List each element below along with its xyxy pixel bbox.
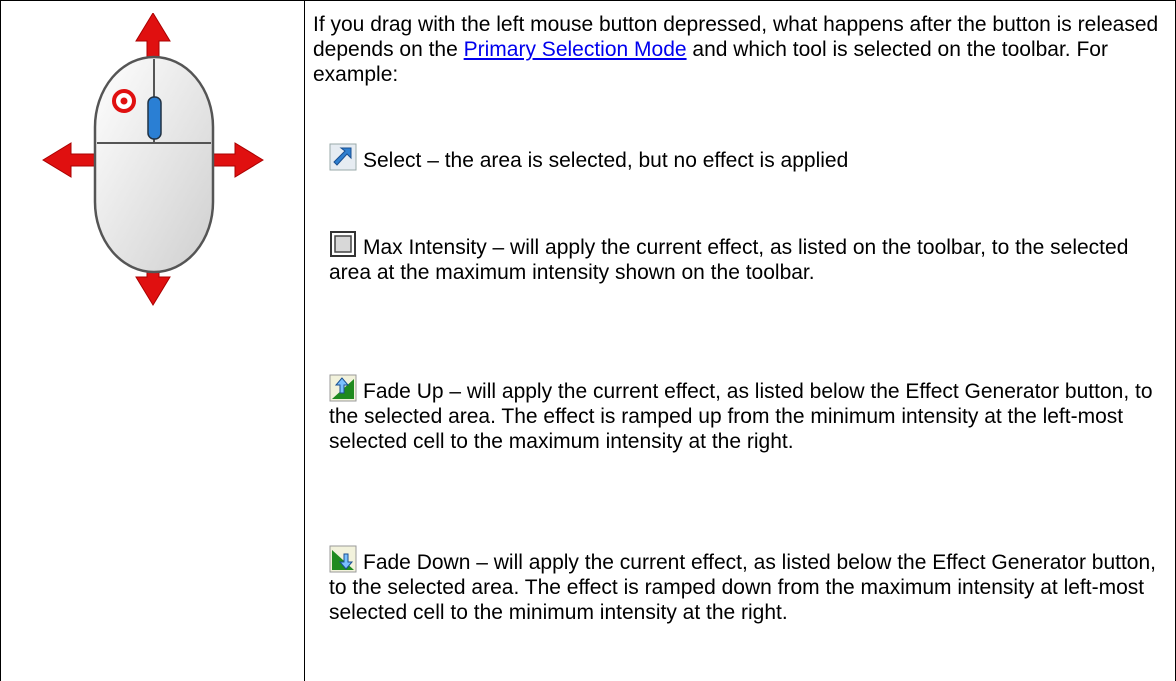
list-item-fade-up: Fade Up – will apply the current effect,… [329,374,1161,454]
intro-paragraph: If you drag with the left mouse button d… [313,12,1163,87]
list-item-select: Select – the area is selected, but no ef… [329,143,1161,173]
max-intensity-text: Max Intensity – will apply the current e… [329,236,1129,284]
fade-up-text: Fade Up – will apply the current effect,… [329,380,1153,453]
arrow-left-icon [42,142,96,178]
primary-selection-mode-link[interactable]: Primary Selection Mode [464,38,687,61]
scroll-wheel [147,96,162,140]
max-intensity-square-icon [330,231,356,257]
text-cell: If you drag with the left mouse button d… [313,12,1163,87]
icon-cell [1,1,305,681]
list-item-max-intensity: Max Intensity – will apply the current e… [329,230,1161,285]
mouse-drag-icon [42,13,264,306]
arrow-right-icon [210,142,264,178]
list-item-fade-down: Fade Down – will apply the current effec… [329,545,1161,625]
select-arrow-icon [329,143,357,171]
fade-down-icon [329,545,357,573]
fade-up-icon [329,374,357,402]
fade-down-text: Fade Down – will apply the current effec… [329,551,1156,624]
select-text: Select – the area is selected, but no ef… [363,149,849,172]
